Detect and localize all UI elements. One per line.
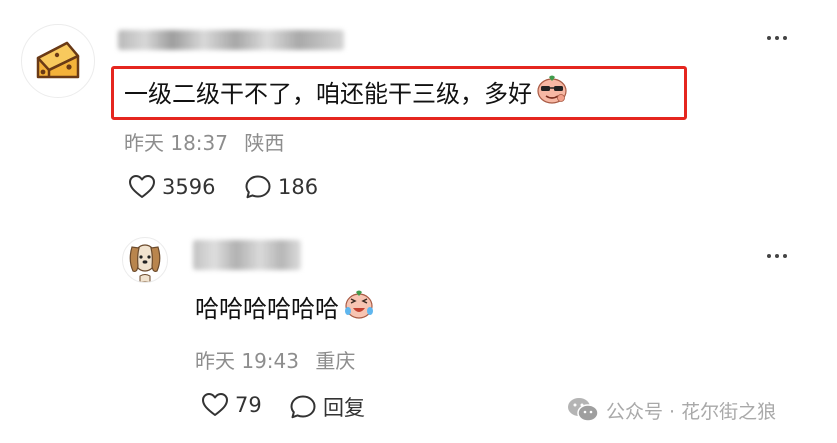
heart-icon <box>129 175 155 198</box>
sunglasses-face-emoji-icon <box>536 74 568 114</box>
avatar[interactable] <box>122 237 168 283</box>
comment-location: 陕西 <box>244 131 285 155</box>
comment-body: 一级二级干不了，咱还能干三级，多好 <box>124 80 532 108</box>
watermark: 公众号 · 花尔街之狼 <box>566 396 776 424</box>
reply-button[interactable]: 回复 <box>289 392 365 422</box>
more-options-button[interactable] <box>767 36 787 40</box>
like-button[interactable]: 3596 <box>128 174 215 200</box>
username-blurred[interactable] <box>193 240 301 270</box>
username-blurred[interactable] <box>118 30 344 50</box>
avatar[interactable] <box>21 24 95 98</box>
reply-count: 186 <box>278 175 319 199</box>
comment-body: 哈哈哈哈哈哈 <box>195 295 339 323</box>
comment-text: 哈哈哈哈哈哈 <box>195 289 375 329</box>
dot-icon <box>767 36 771 40</box>
laughing-tears-face-emoji-icon <box>343 289 375 329</box>
comment-text: 一级二级干不了，咱还能干三级，多好 <box>124 74 568 114</box>
dot-icon <box>783 36 787 40</box>
dot-icon <box>775 254 779 258</box>
reply-label: 回复 <box>323 396 365 420</box>
dot-icon <box>775 36 779 40</box>
heart-icon <box>202 393 228 416</box>
more-options-button[interactable] <box>767 254 787 258</box>
like-button[interactable]: 79 <box>201 392 262 418</box>
comment-bubble-icon <box>245 175 271 199</box>
reply-button[interactable]: 186 <box>244 174 318 200</box>
wechat-icon <box>568 398 599 422</box>
dot-icon <box>783 254 787 258</box>
comment-meta: 昨天 19:43 重庆 <box>195 345 355 374</box>
comment-time: 昨天 19:43 <box>195 349 299 373</box>
comment-meta: 昨天 18:37 陕西 <box>124 127 284 156</box>
comment-location: 重庆 <box>315 349 356 373</box>
dot-icon <box>767 254 771 258</box>
comment-time: 昨天 18:37 <box>124 131 228 155</box>
comment-bubble-icon <box>290 395 316 419</box>
like-count: 79 <box>235 393 262 417</box>
dog-avatar-icon <box>129 244 161 282</box>
like-count: 3596 <box>162 175 216 199</box>
cheese-avatar-icon <box>36 41 80 79</box>
watermark-text: 公众号 · 花尔街之狼 <box>606 400 777 423</box>
